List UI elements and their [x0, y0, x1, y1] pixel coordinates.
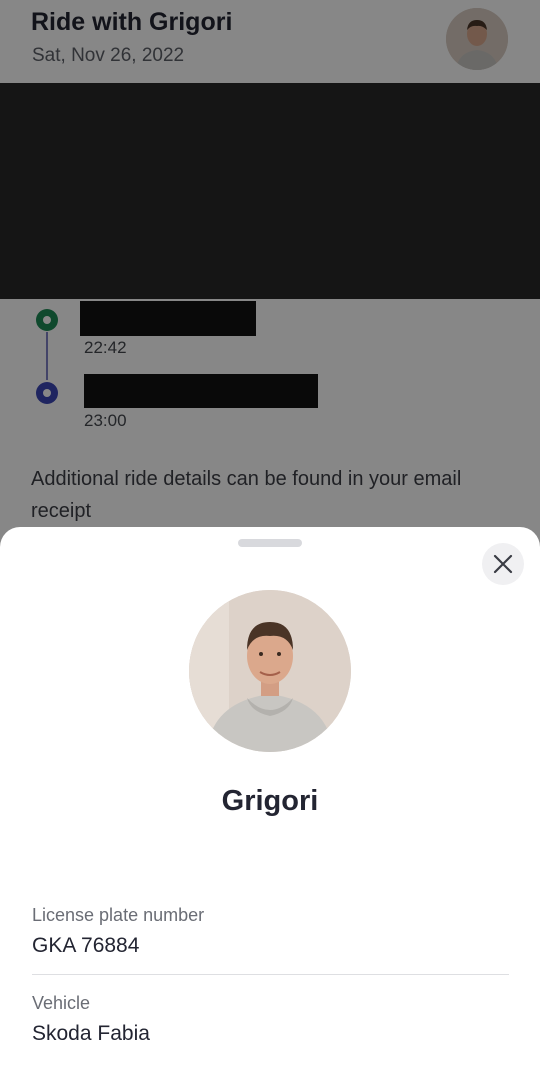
close-button[interactable] — [482, 543, 524, 585]
close-icon — [493, 554, 513, 574]
driver-info-sheet: Grigori License plate number GKA 76884 V… — [0, 527, 540, 1080]
vehicle-value: Skoda Fabia — [32, 1022, 150, 1045]
license-plate-label: License plate number — [32, 905, 205, 925]
driver-name: Grigori — [221, 785, 319, 817]
driver-photo — [189, 590, 351, 752]
vehicle-label: Vehicle — [32, 993, 91, 1013]
driver-avatar — [189, 590, 351, 752]
license-plate-value: GKA 76884 — [32, 934, 140, 957]
sheet-drag-handle[interactable] — [238, 539, 302, 547]
field-divider — [32, 974, 509, 975]
